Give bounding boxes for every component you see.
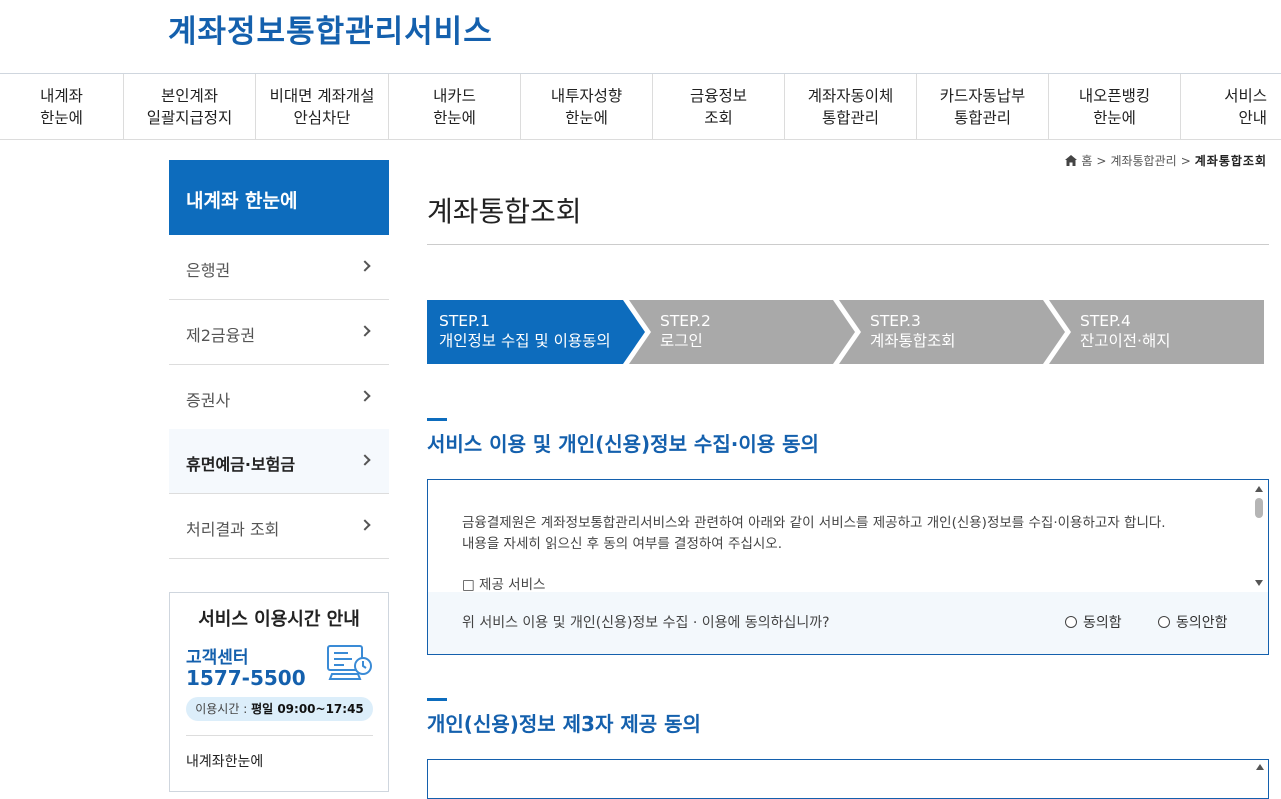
breadcrumb-current: 계좌통합조회 xyxy=(1194,154,1267,168)
consent-box: 금융결제원은 계좌정보통합관리서비스와 관련하여 아래와 같이 서비스를 제공하… xyxy=(427,479,1269,655)
gnb-item-my-cards[interactable]: 내카드 한눈에 xyxy=(389,74,521,140)
site-header: 계좌정보통합관리서비스 xyxy=(0,0,1281,74)
chevron-right-icon xyxy=(359,454,371,466)
step-4: STEP.4 잔고이전·해지 xyxy=(1080,312,1171,350)
scrollbar[interactable] xyxy=(1256,764,1264,770)
gnb-item-finance-info[interactable]: 금융정보 조회 xyxy=(653,74,785,140)
lnb-item-label: 증권사 xyxy=(186,391,231,410)
consent-text-line: □ 제공 서비스 xyxy=(462,577,546,592)
chevron-right-icon xyxy=(359,390,371,402)
service-hours-title: 서비스 이용시간 안내 xyxy=(198,609,360,630)
gnb-item-auto-transfer[interactable]: 계좌자동이체 통합관리 xyxy=(785,74,917,140)
section-accent-bar xyxy=(427,418,447,421)
disagree-label: 동의안함 xyxy=(1176,615,1228,631)
lnb-item-label: 처리결과 조회 xyxy=(186,520,280,539)
consent-text-scroll[interactable]: 금융결제원은 계좌정보통합관리서비스와 관련하여 아래와 같이 서비스를 제공하… xyxy=(428,480,1268,592)
lnb-item-securities[interactable]: 증권사 xyxy=(169,365,389,430)
agree-radio[interactable]: 동의함 xyxy=(1065,612,1122,632)
breadcrumb-parent[interactable]: 계좌통합관리 xyxy=(1110,152,1176,169)
lnb-item-secondary-finance[interactable]: 제2금융권 xyxy=(169,300,389,365)
third-party-consent-box xyxy=(427,759,1269,799)
lnb-item-bank[interactable]: 은행권 xyxy=(169,235,389,300)
disagree-radio[interactable]: 동의안함 xyxy=(1158,612,1228,632)
radio-icon[interactable] xyxy=(1158,616,1170,628)
consent-text-line: 내용을 자세히 읽으신 후 동의 여부를 결정하여 주십시오. xyxy=(462,536,782,552)
section-title-consent: 서비스 이용 및 개인(신용)정보 수집·이용 동의 xyxy=(427,432,819,456)
global-nav: 내계좌 한눈에 본인계좌 일괄지급정지 비대면 계좌개설 안심차단 내카드 한눈… xyxy=(0,74,1281,140)
section-title-third-party: 개인(신용)정보 제3자 제공 동의 xyxy=(427,712,701,736)
divider xyxy=(186,735,373,736)
consent-question-row: 위 서비스 이용 및 개인(신용)정보 수집 · 이용에 동의하십니까? 동의함… xyxy=(428,592,1268,654)
scroll-thumb[interactable] xyxy=(1255,498,1263,518)
gnb-item-card-auto-pay[interactable]: 카드자동납부 통합관리 xyxy=(917,74,1049,140)
monitor-clock-icon xyxy=(327,645,372,680)
consent-question: 위 서비스 이용 및 개인(신용)정보 수집 · 이용에 동의하십니까? xyxy=(462,615,830,631)
breadcrumb: 홈 > 계좌통합관리 > 계좌통합조회 xyxy=(1065,152,1267,169)
scroll-up-icon[interactable] xyxy=(1255,486,1263,492)
chevron-right-icon: > xyxy=(1180,153,1191,168)
agree-label: 동의함 xyxy=(1083,615,1122,631)
step-3: STEP.3 계좌통합조회 xyxy=(870,312,956,350)
site-logo[interactable]: 계좌정보통합관리서비스 xyxy=(168,6,493,51)
breadcrumb-home[interactable]: 홈 xyxy=(1081,152,1092,169)
lnb-item-label: 제2금융권 xyxy=(186,326,256,345)
gnb-item-payment-stop[interactable]: 본인계좌 일괄지급정지 xyxy=(124,74,256,140)
step-2: STEP.2 로그인 xyxy=(660,312,711,350)
customer-center-label: 고객센터 xyxy=(186,648,249,668)
gnb-item-investment[interactable]: 내투자성향 한눈에 xyxy=(521,74,653,140)
consent-text-line: 금융결제원은 계좌정보통합관리서비스와 관련하여 아래와 같이 서비스를 제공하… xyxy=(462,515,1166,531)
chevron-right-icon xyxy=(359,260,371,272)
chevron-right-icon xyxy=(359,325,371,337)
gnb-item-open-banking[interactable]: 내오픈뱅킹 한눈에 xyxy=(1049,74,1181,140)
lnb-title: 내계좌 한눈에 xyxy=(169,160,389,235)
section-accent-bar xyxy=(427,698,447,701)
page-title: 계좌통합조회 xyxy=(427,195,582,228)
lnb-item-label: 은행권 xyxy=(186,261,231,280)
gnb-item-service-guide[interactable]: 서비스 안내 xyxy=(1181,74,1281,140)
gnb-item-account-block[interactable]: 비대면 계좌개설 안심차단 xyxy=(256,74,389,140)
customer-center-phone: 1577-5500 xyxy=(186,666,306,690)
my-accounts-link[interactable]: 내계좌한눈에 xyxy=(186,751,263,771)
gnb-item-my-accounts[interactable]: 내계좌 한눈에 xyxy=(0,74,124,140)
radio-icon[interactable] xyxy=(1065,616,1077,628)
step-indicator: STEP.1 개인정보 수집 및 이용동의 STEP.2 로그인 STEP.3 계좌통… xyxy=(427,300,1264,364)
home-icon[interactable] xyxy=(1065,155,1078,166)
service-hours-pill: 이용시간 : 평일 09:00~17:45 xyxy=(186,697,373,721)
divider xyxy=(427,244,1269,245)
scrollbar[interactable] xyxy=(1254,484,1264,588)
lnb-item-label: 휴면예금·보험금 xyxy=(186,455,296,474)
service-hours-box: 서비스 이용시간 안내 고객센터 1577-5500 이용시간 : 평일 09:… xyxy=(169,592,389,792)
chevron-right-icon: > xyxy=(1096,153,1107,168)
lnb-item-results[interactable]: 처리결과 조회 xyxy=(169,494,389,559)
chevron-right-icon xyxy=(359,519,371,531)
scroll-up-icon[interactable] xyxy=(1256,764,1264,770)
lnb-item-dormant[interactable]: 휴면예금·보험금 xyxy=(169,429,389,494)
scroll-down-icon[interactable] xyxy=(1255,580,1263,586)
step-1: STEP.1 개인정보 수집 및 이용동의 xyxy=(439,312,611,350)
